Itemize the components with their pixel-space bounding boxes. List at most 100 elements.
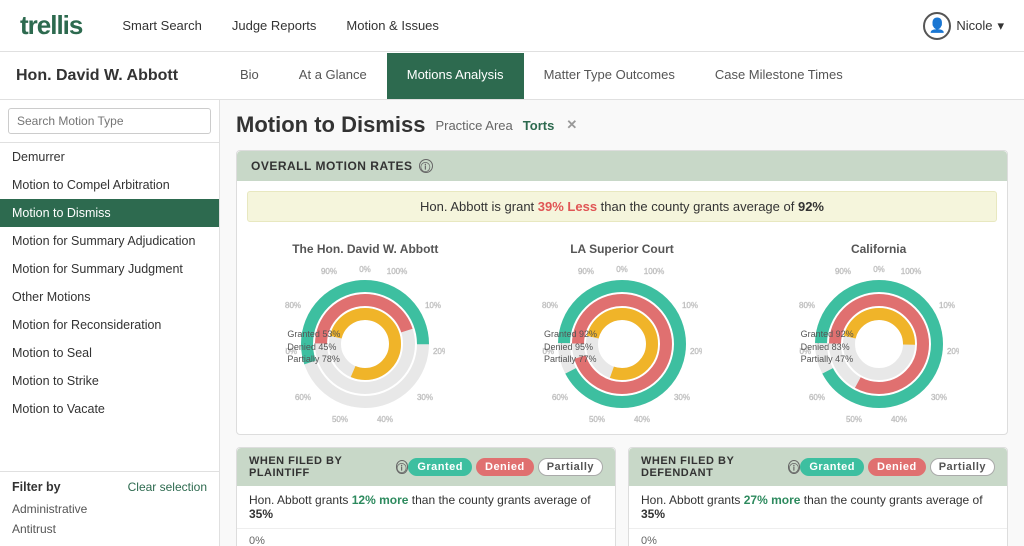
motion-title: Motion to Dismiss	[236, 112, 425, 138]
legend-granted: Granted 53%	[287, 328, 340, 341]
svg-text:90%: 90%	[578, 267, 594, 276]
svg-text:50%: 50%	[332, 415, 348, 424]
user-icon: 👤	[923, 12, 951, 40]
nav-links: Smart Search Judge Reports Motion & Issu…	[122, 18, 923, 33]
bottom-row: WHEN FILED BY PLAINTIFF ⓘ Granted Denied…	[236, 447, 1008, 546]
overall-highlight-bar: Hon. Abbott is grant 39% Less than the c…	[247, 191, 997, 222]
defendant-card: WHEN FILED BY DEFENDANT ⓘ Granted Denied…	[628, 447, 1008, 546]
plaintiff-badge-granted[interactable]: Granted	[408, 458, 472, 476]
donut-la: LA Superior Court 0% 10% 20% 30% 40% 50%…	[522, 242, 722, 424]
filter-title: Filter by	[12, 480, 61, 494]
svg-text:30%: 30%	[417, 393, 433, 402]
svg-text:90%: 90%	[835, 267, 851, 276]
judge-header: Hon. David W. Abbott Bio At a Glance Mot…	[0, 52, 1024, 100]
svg-text:0%: 0%	[873, 265, 885, 274]
motion-item-seal[interactable]: Motion to Seal	[0, 339, 219, 367]
svg-text:60%: 60%	[809, 393, 825, 402]
svg-text:20%: 20%	[690, 347, 702, 356]
overall-header-text: OVERALL MOTION RATES	[251, 159, 413, 173]
motion-item-reconsideration[interactable]: Motion for Reconsideration	[0, 311, 219, 339]
svg-text:40%: 40%	[891, 415, 907, 424]
overall-motion-rates-card: OVERALL MOTION RATES ⓘ Hon. Abbott is gr…	[236, 150, 1008, 435]
filter-antitrust[interactable]: Antitrust	[12, 520, 207, 538]
motion-item-dismiss[interactable]: Motion to Dismiss	[0, 199, 219, 227]
svg-text:80%: 80%	[542, 301, 558, 310]
svg-text:90%: 90%	[321, 267, 337, 276]
donut-abbott: The Hon. David W. Abbott 0% 10% 20% 30% …	[265, 242, 465, 424]
svg-text:100%: 100%	[387, 267, 407, 276]
defendant-badges: Granted Denied Partially	[800, 458, 995, 476]
motion-item-other[interactable]: Other Motions	[0, 283, 219, 311]
nav-judge-reports[interactable]: Judge Reports	[232, 18, 317, 33]
practice-area-close[interactable]: ✕	[566, 117, 577, 133]
search-input[interactable]	[8, 108, 211, 134]
user-area[interactable]: 👤 Nicole ▾	[923, 12, 1004, 40]
plaintiff-highlight: Hon. Abbott grants 12% more than the cou…	[237, 486, 615, 529]
filter-administrative[interactable]: Administrative	[12, 500, 207, 518]
donut-abbott-legend: Granted 53% Denied 45% Partially 78%	[287, 328, 340, 366]
tab-at-a-glance[interactable]: At a Glance	[279, 53, 387, 99]
svg-text:0%: 0%	[616, 265, 628, 274]
app-logo: trellis	[20, 10, 82, 41]
plaintiff-bar: 0% 10%	[237, 529, 615, 546]
main-layout: Demurrer Motion to Compel Arbitration Mo…	[0, 100, 1024, 546]
svg-text:10%: 10%	[939, 301, 955, 310]
defendant-badge-denied[interactable]: Denied	[868, 458, 926, 476]
defendant-bar: 0% 10%	[629, 529, 1007, 546]
filter-header: Filter by Clear selection	[12, 480, 207, 494]
svg-text:50%: 50%	[846, 415, 862, 424]
donut-la-legend: Granted 92% Denied 95% Partially 77%	[544, 328, 597, 366]
tab-matter-type[interactable]: Matter Type Outcomes	[524, 53, 695, 99]
legend-partially: Partially 78%	[287, 353, 340, 366]
plaintiff-card: WHEN FILED BY PLAINTIFF ⓘ Granted Denied…	[236, 447, 616, 546]
tab-case-milestone[interactable]: Case Milestone Times	[695, 53, 863, 99]
defendant-pct: 27% more	[744, 493, 801, 507]
nav-smart-search[interactable]: Smart Search	[122, 18, 201, 33]
ca-legend-denied: Denied 83%	[801, 341, 854, 354]
plaintiff-badge-denied[interactable]: Denied	[476, 458, 534, 476]
tab-motions-analysis[interactable]: Motions Analysis	[387, 53, 524, 99]
motion-item-demurrer[interactable]: Demurrer	[0, 143, 219, 171]
ca-legend-partially: Partially 47%	[801, 353, 854, 366]
practice-area-label: Practice Area	[435, 118, 512, 133]
svg-text:50%: 50%	[589, 415, 605, 424]
main-content: Motion to Dismiss Practice Area Torts ✕ …	[220, 100, 1024, 546]
motion-item-summary-judgment[interactable]: Motion for Summary Judgment	[0, 255, 219, 283]
svg-text:20%: 20%	[433, 347, 445, 356]
defendant-info-icon[interactable]: ⓘ	[788, 460, 801, 474]
donut-abbott-label: The Hon. David W. Abbott	[292, 242, 438, 256]
svg-text:40%: 40%	[377, 415, 393, 424]
motion-item-vacate[interactable]: Motion to Vacate	[0, 395, 219, 423]
user-name: Nicole	[956, 18, 992, 33]
plaintiff-bar-label: 0%	[249, 535, 603, 546]
tab-bio[interactable]: Bio	[220, 53, 279, 99]
ca-legend-granted: Granted 92%	[801, 328, 854, 341]
nav-motion-issues[interactable]: Motion & Issues	[346, 18, 439, 33]
defendant-header: WHEN FILED BY DEFENDANT ⓘ Granted Denied…	[629, 448, 1007, 486]
defendant-badge-partially[interactable]: Partially	[930, 458, 995, 476]
overall-info-icon[interactable]: ⓘ	[419, 159, 433, 173]
svg-text:10%: 10%	[425, 301, 441, 310]
svg-text:100%: 100%	[900, 267, 920, 276]
motion-item-summary-adj[interactable]: Motion for Summary Adjudication	[0, 227, 219, 255]
plaintiff-avg: 35%	[249, 507, 273, 521]
clear-selection-button[interactable]: Clear selection	[128, 480, 207, 494]
svg-text:10%: 10%	[682, 301, 698, 310]
content-title: Motion to Dismiss Practice Area Torts ✕	[236, 112, 1008, 138]
svg-text:60%: 60%	[295, 393, 311, 402]
la-legend-granted: Granted 92%	[544, 328, 597, 341]
motion-item-strike[interactable]: Motion to Strike	[0, 367, 219, 395]
defendant-badge-granted[interactable]: Granted	[800, 458, 864, 476]
top-nav: trellis Smart Search Judge Reports Motio…	[0, 0, 1024, 52]
donut-california: California 0% 10% 20% 30% 40% 50% 60%	[779, 242, 979, 424]
overall-section-header: OVERALL MOTION RATES ⓘ	[237, 151, 1007, 181]
plaintiff-badge-partially[interactable]: Partially	[538, 458, 603, 476]
defendant-avg: 35%	[641, 507, 665, 521]
filter-section: Filter by Clear selection Administrative…	[0, 471, 219, 546]
motion-item-compel[interactable]: Motion to Compel Arbitration	[0, 171, 219, 199]
svg-text:60%: 60%	[552, 393, 568, 402]
tabs: Bio At a Glance Motions Analysis Matter …	[220, 53, 1024, 99]
judge-name: Hon. David W. Abbott	[0, 67, 220, 85]
svg-text:100%: 100%	[644, 267, 664, 276]
plaintiff-info-icon[interactable]: ⓘ	[396, 460, 409, 474]
